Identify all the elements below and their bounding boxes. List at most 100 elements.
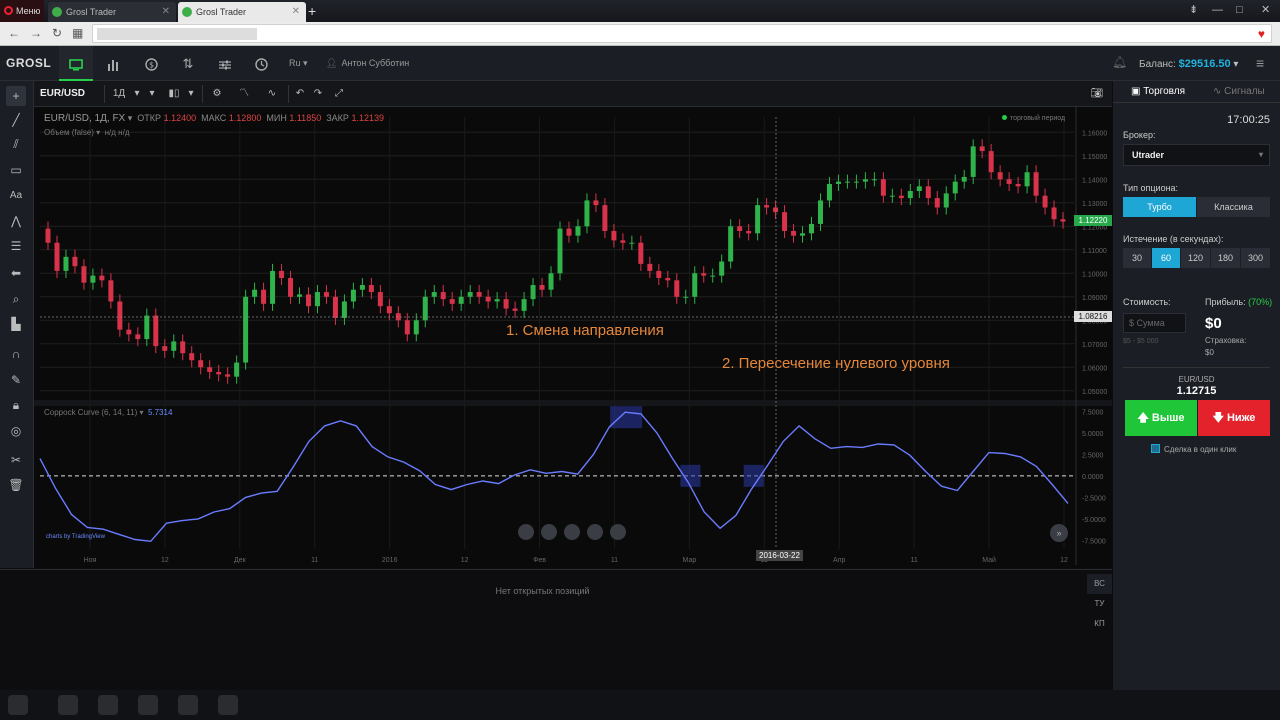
tab-tu[interactable]: ТУ (1087, 594, 1112, 614)
zoom-icon[interactable]: ⌕ (6, 289, 26, 309)
compare-icon[interactable]: ∿ (262, 85, 282, 103)
back-icon[interactable]: ← (8, 26, 20, 40)
taskbar-app-icon[interactable] (138, 695, 158, 715)
browser-menu-button[interactable]: Меню (0, 0, 44, 22)
browser-tab-1[interactable]: Grosl Trader ✕ (48, 2, 176, 22)
sliders-icon[interactable] (208, 46, 242, 81)
chevron-down-icon[interactable]: ▾ (96, 128, 100, 137)
option-classic-button[interactable]: Классика (1197, 197, 1270, 217)
taskbar-app-icon[interactable] (218, 695, 238, 715)
expiry-180-button[interactable]: 180 (1211, 248, 1240, 268)
balance-display[interactable]: Баланс: $29516.50 ▾ (1139, 58, 1238, 70)
arrow-tool-icon[interactable]: ⬅ (6, 263, 26, 283)
taskbar-app-icon[interactable] (98, 695, 118, 715)
close-window-icon[interactable]: ✕ (1261, 0, 1270, 20)
chevron-down-icon[interactable]: ▾ (132, 85, 142, 103)
amount-input[interactable]: $ Сумма (1123, 313, 1186, 333)
dollar-icon[interactable]: $ (134, 46, 168, 81)
scroll-left-icon[interactable] (518, 524, 534, 540)
tab-menu-icon[interactable]: ⇟ (1189, 0, 1198, 20)
candle-body (359, 285, 365, 290)
reload-icon[interactable]: ↻ (52, 26, 62, 40)
tab-kp[interactable]: КП (1087, 614, 1112, 634)
fullscreen-icon[interactable]: ⤢ (330, 85, 348, 103)
crosshair-tool-icon[interactable]: + (6, 86, 26, 106)
taskbar-app-icon[interactable] (58, 695, 78, 715)
pair-name: EUR/USD (1178, 375, 1215, 384)
eye-icon[interactable]: ◎ (6, 421, 26, 441)
chevron-down-icon[interactable]: ▾ (146, 85, 158, 103)
expiry-30-button[interactable]: 30 (1123, 248, 1151, 268)
fib-tool-icon[interactable]: ☰ (6, 236, 26, 256)
lock-icon[interactable]: 🔒︎ (6, 395, 26, 415)
close-tab-icon[interactable]: ✕ (162, 2, 170, 22)
hamburger-menu-icon[interactable]: ≡ (1256, 55, 1264, 71)
heart-icon[interactable]: ♥ (1258, 27, 1265, 41)
new-tab-button[interactable]: + (308, 3, 316, 19)
minimize-icon[interactable]: — (1212, 0, 1223, 20)
tab-all[interactable]: ВС (1087, 574, 1112, 594)
candle-body (934, 198, 940, 208)
zoom-in-icon[interactable] (587, 524, 603, 540)
pencil-icon[interactable]: ✎ (6, 370, 26, 390)
pane-separator (34, 400, 1112, 406)
one-click-checkbox[interactable]: Сделка в один клик (1151, 444, 1236, 454)
monitor-icon[interactable] (59, 46, 93, 81)
trend-line-tool-icon[interactable]: ╱ (6, 110, 26, 130)
tools-icon[interactable]: ✂ (6, 450, 26, 470)
bar-chart-icon[interactable] (96, 46, 130, 81)
close-tab-icon[interactable]: ✕ (292, 2, 300, 22)
candle-body (620, 240, 626, 243)
undo-icon[interactable]: ↶ (292, 85, 308, 103)
rectangle-tool-icon[interactable]: ▭ (6, 160, 26, 180)
maximize-icon[interactable]: □ (1236, 0, 1243, 20)
chart-area[interactable]: EUR/USD 1Д ▾ ▾ ▮▯ ▾ ⚙ 〽 ∿ ↶ ↷ ⤢ 📷︎ 1.160… (34, 81, 1112, 568)
browser-tab-2[interactable]: Grosl Trader ✕ (178, 2, 306, 22)
magnet-icon[interactable]: ∩ (6, 344, 26, 364)
go-to-realtime-icon[interactable]: » (1050, 524, 1068, 542)
zoom-out-icon[interactable] (541, 524, 557, 540)
candle-body (530, 285, 536, 300)
text-tool-icon[interactable]: Aa (6, 186, 26, 206)
option-turbo-button[interactable]: Турбо (1123, 197, 1196, 217)
reset-icon[interactable] (564, 524, 580, 540)
tradingview-credit[interactable]: charts by TradingView (46, 534, 105, 540)
broker-select[interactable]: Utrader ▾ (1123, 144, 1270, 166)
redo-icon[interactable]: ↷ (310, 85, 326, 103)
language-select[interactable]: Ru ▾ (289, 58, 308, 69)
chevron-down-icon[interactable]: ▾ (186, 85, 196, 103)
interval-button[interactable]: 1Д (108, 85, 130, 103)
start-icon[interactable] (8, 695, 28, 715)
forward-icon[interactable]: → (30, 26, 42, 40)
taskbar-app-icon[interactable] (178, 695, 198, 715)
bell-icon[interactable]: 🔔︎ (1112, 55, 1127, 69)
expiry-300-button[interactable]: 300 (1241, 248, 1270, 268)
user-menu[interactable]: 👤︎ Антон Субботин (326, 58, 409, 69)
tab-signals[interactable]: ∿ Сигналы (1213, 81, 1265, 103)
camera-icon[interactable]: 📷︎ (1088, 86, 1106, 102)
candles-icon[interactable]: ▮▯ (166, 85, 182, 103)
tab-trading[interactable]: ▣ Торговля (1131, 81, 1185, 103)
speed-dial-icon[interactable]: ▦ (72, 26, 83, 40)
symbol-input[interactable]: EUR/USD (40, 85, 85, 103)
arrows-icon[interactable]: ⇅ (171, 46, 205, 81)
pattern-tool-icon[interactable]: ⋀ (6, 211, 26, 231)
chevron-down-icon[interactable]: ▾ (128, 113, 133, 123)
candle-body (880, 179, 886, 196)
measure-icon[interactable]: ▙ (6, 314, 26, 334)
settings-gear-icon[interactable]: ⚙ (208, 85, 226, 103)
url-input[interactable]: ♥ (92, 24, 1272, 43)
clock-icon[interactable] (244, 46, 278, 81)
candle-body (108, 280, 114, 302)
expiry-60-button[interactable]: 60 (1152, 248, 1180, 268)
chevron-down-icon: ▾ (1233, 59, 1239, 70)
pitchfork-tool-icon[interactable]: ⫽ (6, 134, 26, 154)
scroll-right-icon[interactable] (610, 524, 626, 540)
put-down-button[interactable]: 🡇 Ниже (1198, 400, 1270, 436)
chart-title: EUR/USD, 1Д, FX (44, 113, 126, 124)
indicators-icon[interactable]: 〽 (234, 85, 254, 103)
trash-icon[interactable]: 🗑︎ (6, 475, 26, 495)
expiry-120-button[interactable]: 120 (1181, 248, 1210, 268)
chevron-down-icon[interactable]: ▾ (139, 408, 143, 417)
call-up-button[interactable]: 🡅 Выше (1125, 400, 1197, 436)
